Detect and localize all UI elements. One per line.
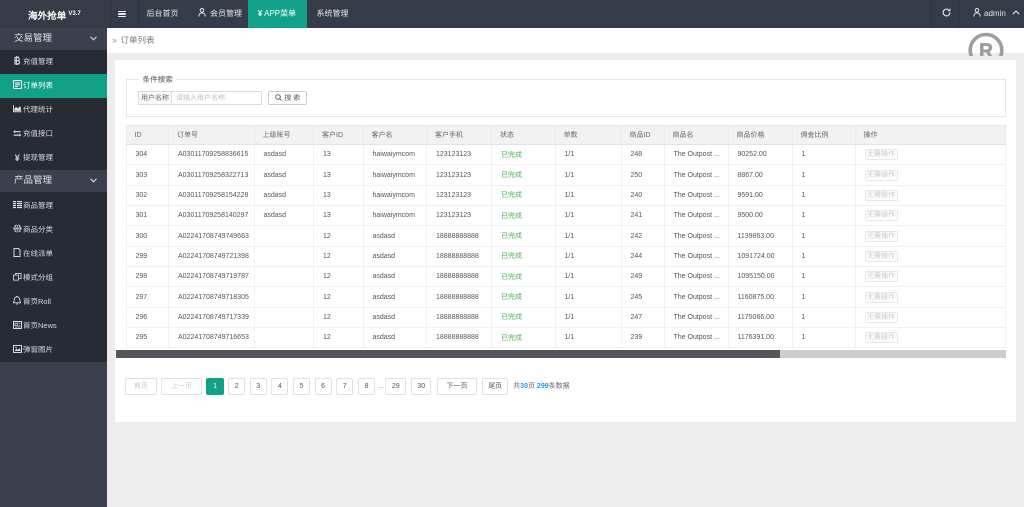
svg-text:R: R: [979, 41, 993, 56]
